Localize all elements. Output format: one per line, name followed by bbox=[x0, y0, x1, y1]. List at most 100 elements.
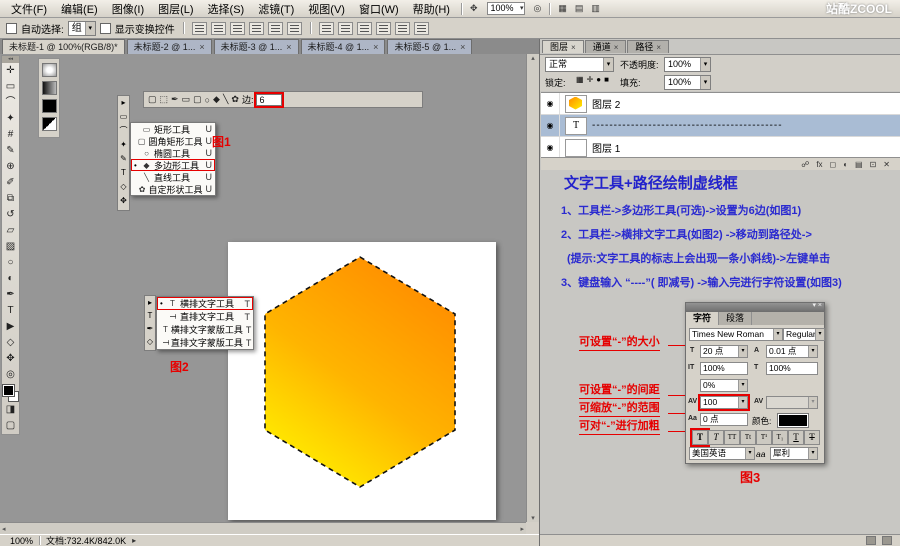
eraser-tool-icon[interactable]: ▱ bbox=[2, 223, 19, 239]
lock-pixels-icon[interactable]: ● bbox=[596, 75, 601, 84]
font-style-dropdown[interactable]: Regular bbox=[783, 328, 825, 341]
menu-item-custom-shape-tool[interactable]: ✿ 自定形状工具 U bbox=[131, 183, 215, 195]
menu-view[interactable]: 视图(V) bbox=[301, 0, 352, 18]
link-layers-icon[interactable]: ☍ bbox=[801, 160, 809, 169]
align-vertical-centers-icon[interactable] bbox=[210, 21, 226, 35]
view-extras-icon[interactable]: ▦ bbox=[554, 3, 571, 14]
horizontal-scale-field[interactable]: 100% bbox=[766, 362, 818, 375]
hand-tool-icon[interactable]: ✥ bbox=[120, 194, 127, 208]
panel-options-icon[interactable] bbox=[866, 536, 876, 545]
dodge-tool-icon[interactable]: ◐ bbox=[2, 271, 19, 287]
line-tool-icon[interactable]: ╲ bbox=[223, 94, 228, 105]
menu-item-vertical-type-tool[interactable]: T 直排文字工具 T bbox=[157, 310, 253, 323]
zoom-tool-icon[interactable]: ◎ bbox=[530, 3, 546, 14]
vertical-scrollbar[interactable]: ▴ ▾ bbox=[526, 54, 539, 522]
faux-bold-button[interactable]: T bbox=[692, 430, 708, 445]
visibility-eye-icon[interactable]: ◉ bbox=[541, 93, 560, 114]
blend-mode-dropdown[interactable]: 正常 bbox=[545, 57, 614, 72]
default-colors-icon[interactable] bbox=[41, 117, 57, 131]
custom-shape-tool-icon[interactable]: ✿ bbox=[231, 94, 239, 105]
show-transform-checkbox[interactable] bbox=[99, 22, 111, 34]
distribute-top-edges-icon[interactable] bbox=[318, 21, 334, 35]
layer-name[interactable]: ----------------------------------------… bbox=[592, 120, 842, 131]
type-tool-icon[interactable]: T bbox=[148, 309, 153, 322]
shape-tool-icon[interactable]: ◇ bbox=[120, 180, 126, 194]
menu-window[interactable]: 窗口(W) bbox=[352, 0, 406, 18]
close-icon[interactable] bbox=[460, 41, 465, 54]
zoom-tool-icon[interactable]: ◎ bbox=[2, 367, 19, 383]
close-icon[interactable] bbox=[373, 41, 378, 54]
distribute-horizontal-centers-icon[interactable] bbox=[394, 21, 410, 35]
blur-tool-icon[interactable]: ○ bbox=[2, 255, 19, 271]
move-tool-icon[interactable]: ▸ bbox=[148, 296, 152, 309]
hexagon-shape[interactable] bbox=[253, 250, 468, 495]
subscript-button[interactable]: T₁ bbox=[772, 430, 788, 445]
close-icon[interactable] bbox=[656, 41, 661, 54]
menu-item-line-tool[interactable]: ╲ 直线工具 U bbox=[131, 171, 215, 183]
baseline-shift-field[interactable]: 0 点 bbox=[700, 413, 748, 426]
pen-tool-icon[interactable]: ✒ bbox=[2, 287, 19, 303]
screen-mode-icon[interactable]: ▤ bbox=[571, 3, 588, 14]
doc-tab[interactable]: 未标题-5 @ 1... bbox=[387, 39, 473, 54]
menu-item-vertical-type-mask-tool[interactable]: T 直排文字蒙版工具 T bbox=[157, 336, 253, 349]
panel-title-bar[interactable] bbox=[686, 301, 824, 312]
tool-preset-icon[interactable]: ▢ bbox=[148, 94, 157, 105]
menu-item-rounded-rectangle-tool[interactable]: ▢ 圆角矩形工具 U bbox=[131, 135, 215, 147]
wand-tool-icon[interactable]: ✦ bbox=[120, 138, 127, 152]
doc-tab-active[interactable]: 未标题-1 @ 100%(RGB/8)* bbox=[2, 39, 125, 54]
superscript-button[interactable]: T¹ bbox=[756, 430, 772, 445]
close-icon[interactable] bbox=[199, 41, 204, 54]
kerning-dropdown[interactable] bbox=[766, 396, 818, 409]
menu-item-horizontal-type-mask-tool[interactable]: T 横排文字蒙版工具 T bbox=[157, 323, 253, 336]
tab-paragraph[interactable]: 段落 bbox=[719, 312, 753, 325]
tracking-dropdown[interactable]: 100 bbox=[700, 396, 748, 409]
polygon-tool-icon[interactable]: ◆ bbox=[213, 94, 220, 105]
align-bottom-edges-icon[interactable] bbox=[229, 21, 245, 35]
fill-dropdown[interactable]: 100% bbox=[664, 75, 711, 90]
lock-transparency-icon[interactable]: ▦ bbox=[576, 75, 584, 84]
text-layer-thumbnail[interactable]: T bbox=[565, 116, 587, 135]
leading-dropdown[interactable]: 0.01 点 bbox=[766, 345, 818, 358]
quick-mask-icon[interactable]: ◨ bbox=[2, 402, 19, 418]
zoom-percentage[interactable]: 100% bbox=[10, 536, 33, 546]
gradient-swatch-icon[interactable] bbox=[41, 81, 57, 95]
close-icon[interactable] bbox=[614, 41, 619, 54]
doc-tab[interactable]: 未标题-4 @ 1... bbox=[300, 39, 386, 54]
auto-select-target-dropdown[interactable]: 组 bbox=[67, 20, 96, 36]
panel-resize-icon[interactable] bbox=[882, 536, 892, 545]
chevron-right-icon[interactable]: ▸ bbox=[132, 536, 136, 545]
move-tool-icon[interactable]: ✛ bbox=[2, 63, 19, 79]
foreground-swatch-icon[interactable] bbox=[41, 99, 57, 113]
healing-tool-icon[interactable]: ⊕ bbox=[2, 159, 19, 175]
gradient-tool-icon[interactable]: ▨ bbox=[2, 239, 19, 255]
shape-layers-icon[interactable]: ⬚ bbox=[160, 94, 169, 105]
distribute-left-edges-icon[interactable] bbox=[375, 21, 391, 35]
underline-button[interactable]: T bbox=[788, 430, 804, 445]
zoom-level-dropdown[interactable]: 100% bbox=[486, 2, 525, 15]
layer-thumbnail[interactable] bbox=[565, 138, 587, 157]
clone-stamp-tool-icon[interactable]: ⧉ bbox=[2, 191, 19, 207]
lock-position-icon[interactable]: ✛ bbox=[587, 75, 594, 84]
arrange-documents-icon[interactable]: ▥ bbox=[587, 3, 604, 14]
small-caps-button[interactable]: Tt bbox=[740, 430, 756, 445]
text-color-swatch[interactable] bbox=[777, 413, 809, 428]
font-family-dropdown[interactable]: Times New Roman bbox=[689, 328, 783, 341]
vertical-scale-field[interactable]: 100% bbox=[700, 362, 748, 375]
rectangle-tool-icon[interactable]: ▭ bbox=[182, 94, 191, 105]
screen-mode-icon[interactable]: ▢ bbox=[2, 418, 19, 434]
menu-item-horizontal-type-tool[interactable]: • T 横排文字工具 T bbox=[157, 297, 253, 310]
pen-tool-icon[interactable]: ✒ bbox=[171, 94, 179, 105]
pen-tool-icon[interactable]: ✎ bbox=[120, 152, 127, 166]
layer-row-selected[interactable]: ◉ T ------------------------------------… bbox=[541, 115, 900, 137]
marquee-tool-icon[interactable]: ▭ bbox=[2, 79, 19, 95]
color-swatches[interactable] bbox=[1, 384, 19, 402]
quick-select-tool-icon[interactable]: ✦ bbox=[2, 111, 19, 127]
lock-all-icon[interactable]: ■ bbox=[604, 75, 609, 84]
menu-filter[interactable]: 滤镜(T) bbox=[251, 0, 301, 18]
rounded-rectangle-tool-icon[interactable]: ▢ bbox=[193, 94, 202, 105]
menu-image[interactable]: 图像(I) bbox=[105, 0, 151, 18]
menu-file[interactable]: 文件(F) bbox=[4, 0, 54, 18]
visibility-eye-icon[interactable]: ◉ bbox=[541, 137, 560, 158]
tab-channels[interactable]: 通道 bbox=[584, 40, 627, 54]
menu-help[interactable]: 帮助(H) bbox=[406, 0, 457, 18]
